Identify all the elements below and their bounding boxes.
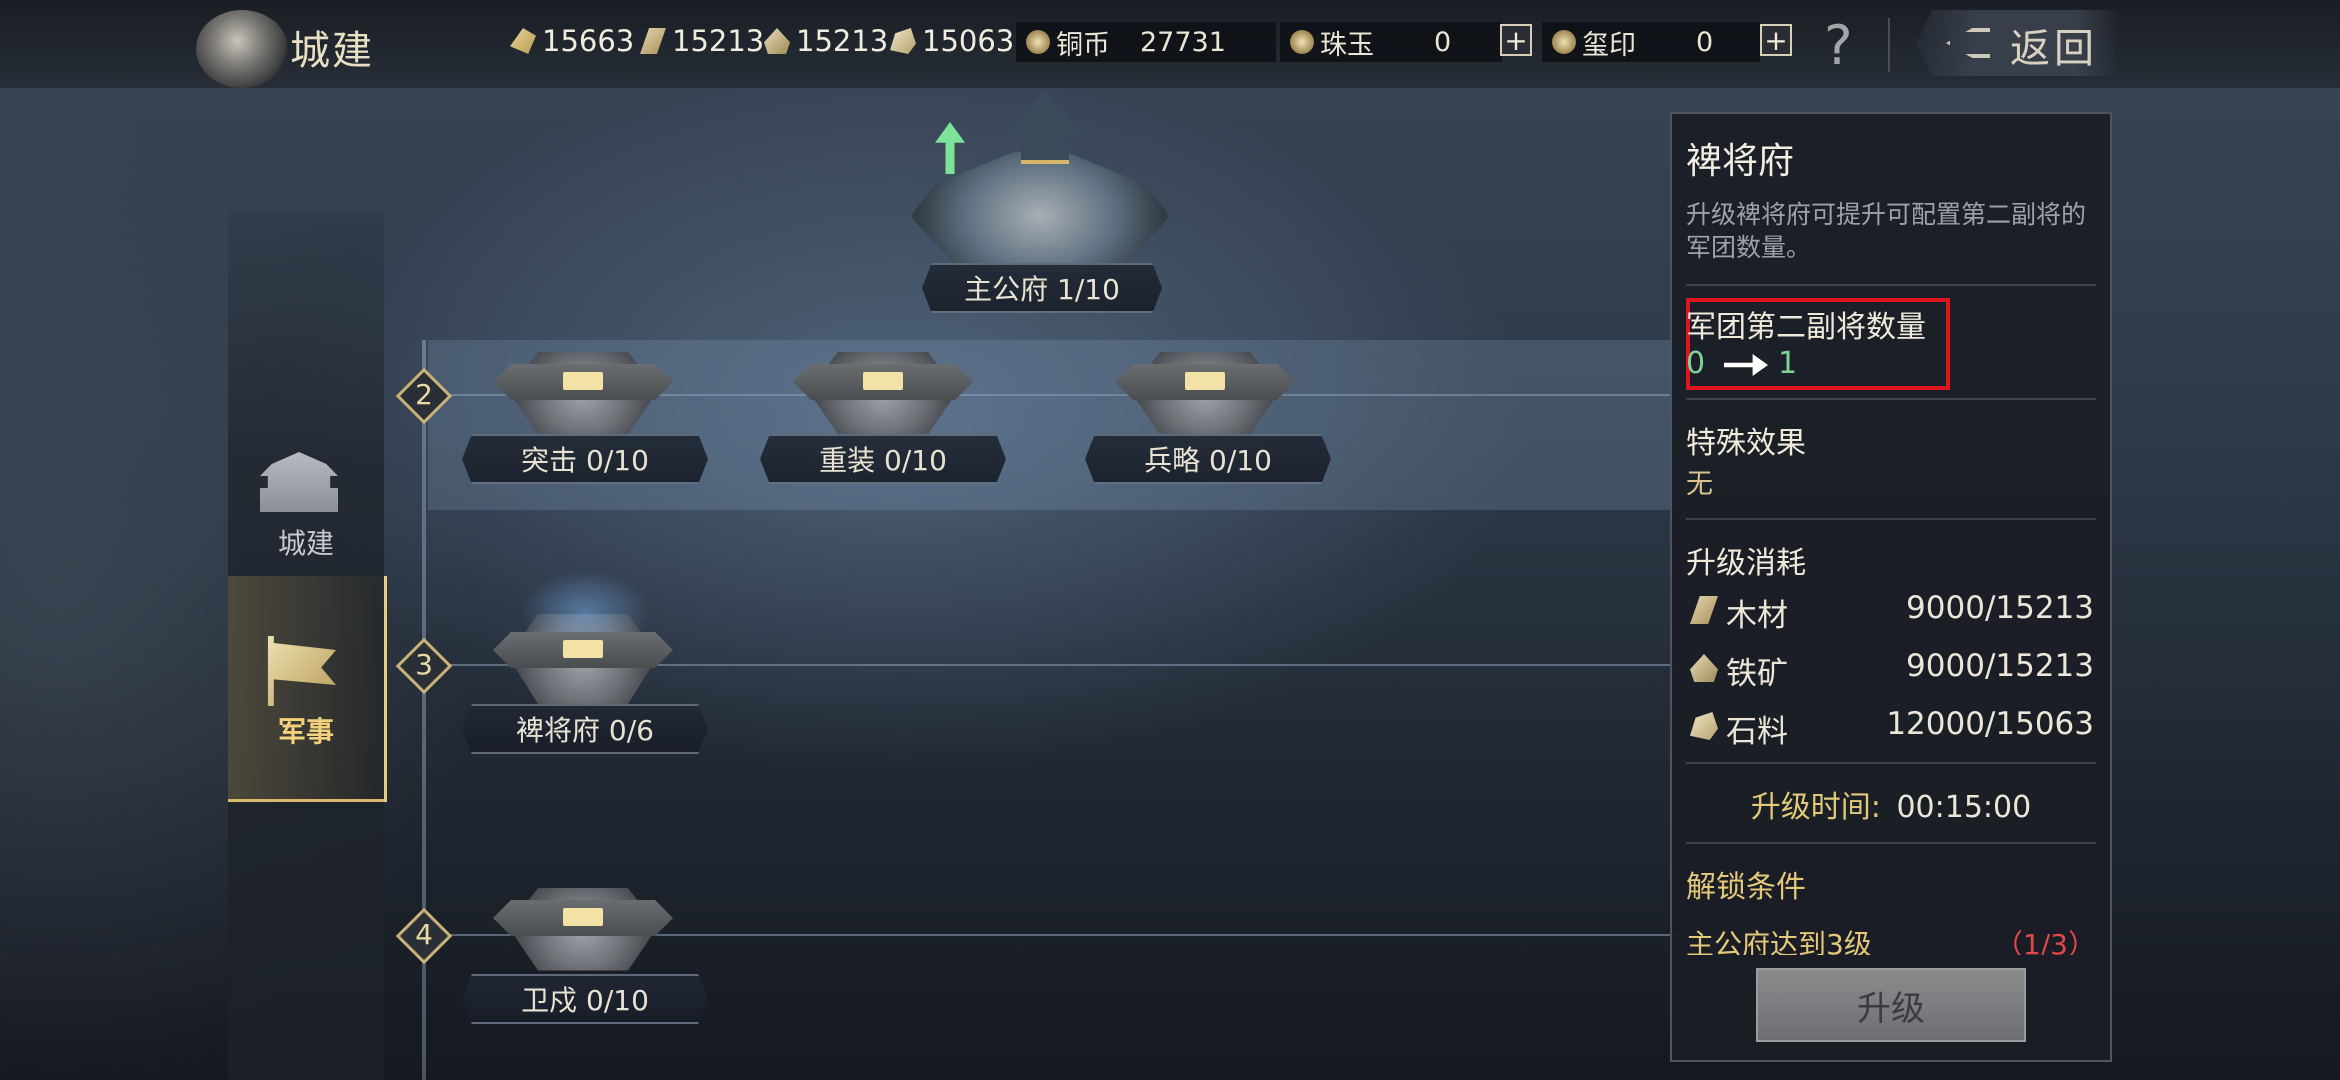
special-effect-label: 特殊效果: [1686, 426, 1806, 461]
back-label[interactable]: 返回: [2010, 16, 2098, 74]
jade-label: 珠玉: [1320, 29, 1374, 61]
resource-iron: 15213: [764, 24, 888, 58]
stone-icon: [890, 28, 916, 54]
selection-glow: [520, 570, 650, 640]
grain-icon: [510, 28, 536, 54]
resource-grain: 15663: [510, 24, 634, 58]
unlock-progress: （1/3）: [1994, 928, 2096, 955]
cost-wood-amount: 9000/15213: [1906, 590, 2094, 626]
nav-item-city-build[interactable]: 城建: [228, 522, 384, 562]
upgrade-button[interactable]: 升级: [1756, 968, 2026, 1042]
dragon-emblem-icon: [196, 10, 288, 88]
divider: [1686, 398, 2096, 400]
jade-value: 0: [1434, 26, 1452, 58]
upgrade-time: 升级时间: 00:15:00: [1686, 782, 2096, 826]
tier-3-number: 3: [415, 648, 433, 681]
divider: [1686, 284, 2096, 286]
stat-to-value: 1: [1778, 346, 1798, 381]
nav-item-military[interactable]: [228, 576, 387, 802]
heavy-armor-plate-icon: [793, 364, 973, 400]
page-title: 城建: [290, 28, 374, 74]
upgrade-cost-label: 升级消耗: [1686, 546, 1806, 581]
cost-stone-name: 石料: [1726, 714, 1788, 750]
divider: [1686, 762, 2096, 764]
seal-icon: [1552, 30, 1576, 54]
strategy-label[interactable]: 兵略 0/10: [1085, 434, 1331, 484]
assault-label[interactable]: 突击 0/10: [462, 434, 708, 484]
divider: [1686, 842, 2096, 844]
unlock-condition-row: 主公府达到3级 （1/3）: [1686, 915, 2096, 955]
panel-title: 裨将府: [1686, 141, 1795, 182]
divider: [1686, 518, 2096, 520]
wood-icon: [640, 28, 666, 54]
copper-value: 27731: [1140, 26, 1226, 58]
seal-value: 0: [1696, 26, 1714, 58]
jade-box: 珠玉 0: [1280, 22, 1502, 62]
garrison-label[interactable]: 卫戍 0/10: [462, 974, 708, 1024]
help-icon[interactable]: ?: [1824, 14, 1853, 77]
upgrade-available-arrow-icon: [935, 122, 965, 174]
garrison-plate-icon: [493, 900, 673, 936]
cost-iron-amount: 9000/15213: [1906, 648, 2094, 684]
upgrade-time-label: 升级时间:: [1750, 790, 1881, 825]
copper-coin-icon: [1026, 30, 1050, 54]
deputy-general-hall-label[interactable]: 裨将府 0/6: [462, 704, 708, 754]
resource-stone: 15063: [890, 24, 1014, 58]
unlock-label: 解锁条件: [1686, 870, 1806, 905]
cost-row-stone: 石料 12000/15063: [1690, 706, 2100, 750]
unlock-condition: 主公府达到3级: [1686, 928, 1872, 955]
add-seal-button[interactable]: +: [1760, 24, 1792, 56]
nav-item-military-label[interactable]: 军事: [228, 710, 384, 750]
copper-label: 铜币: [1056, 29, 1110, 61]
strategy-plate-icon: [1115, 364, 1295, 400]
resource-wood: 15213: [640, 24, 764, 58]
upgrade-time-value: 00:15:00: [1896, 790, 2032, 825]
heavy-armor-label[interactable]: 重装 0/10: [760, 434, 1006, 484]
jade-icon: [1290, 30, 1314, 54]
cost-iron-name: 铁矿: [1726, 656, 1788, 692]
resource-grain-value: 15663: [542, 24, 635, 58]
tree-trunk-line: [422, 340, 426, 1080]
cost-row-wood: 木材 9000/15213: [1690, 590, 2100, 634]
panel-description: 升级裨将府可提升可配置第二副将的军团数量。: [1686, 200, 2087, 262]
divider: [1888, 18, 1890, 72]
copper-box: 铜币 27731: [1016, 22, 1276, 62]
seal-label: 玺印: [1582, 29, 1636, 61]
cost-stone-amount: 12000/15063: [1886, 706, 2094, 742]
tier-4-number: 4: [415, 918, 433, 951]
assault-plate-icon: [493, 364, 673, 400]
main-hall-label[interactable]: 主公府 1/10: [922, 263, 1162, 313]
resource-wood-value: 15213: [672, 24, 765, 58]
cost-wood-name: 木材: [1726, 598, 1788, 634]
seal-box: 玺印 0: [1542, 22, 1760, 62]
stat-from-value: 0: [1686, 346, 1706, 381]
iron-icon: [1690, 654, 1718, 682]
stat-label: 军团第二副将数量: [1686, 310, 1926, 345]
tier-2-number: 2: [415, 378, 433, 411]
wood-icon: [1690, 596, 1718, 624]
stone-icon: [1690, 712, 1718, 740]
deputy-general-plate-icon: [493, 632, 673, 668]
resource-stone-value: 15063: [922, 24, 1015, 58]
add-jade-button[interactable]: +: [1500, 24, 1532, 56]
cost-row-iron: 铁矿 9000/15213: [1690, 648, 2100, 692]
resource-iron-value: 15213: [796, 24, 889, 58]
iron-icon: [764, 28, 790, 54]
special-effect-value: 无: [1686, 469, 1713, 500]
